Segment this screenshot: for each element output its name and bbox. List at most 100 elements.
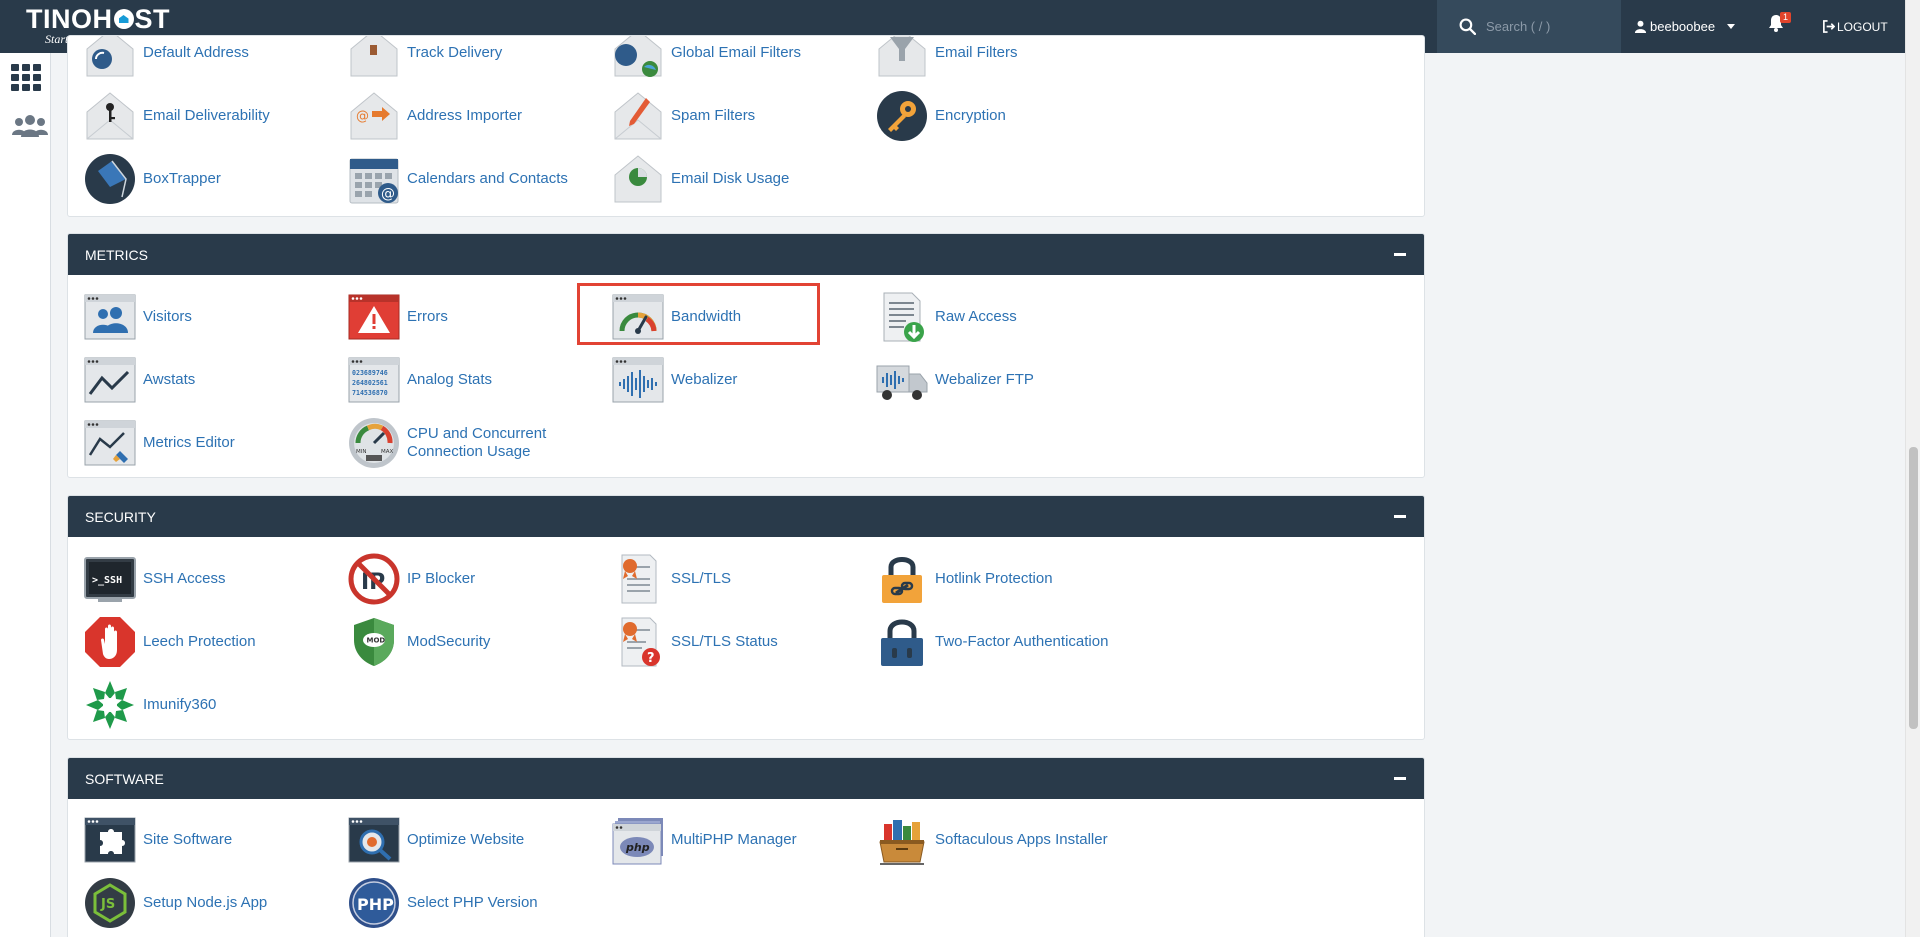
software-item-softaculous[interactable]: Softaculous Apps Installer [876, 814, 1108, 866]
metrics-item-visitors[interactable]: Visitors [84, 291, 192, 343]
security-item-ssh-access[interactable]: >_SSH SSH Access [84, 553, 226, 605]
panel-title: METRICS [85, 246, 148, 263]
collapse-icon[interactable] [1394, 515, 1406, 518]
svg-text:023689746: 023689746 [352, 369, 388, 377]
analog-stats-icon: 023689746 264802561 714536870 [348, 354, 400, 406]
metrics-item-cpu-usage[interactable]: MIN MAX CPU and Concurrent Connection Usag… [348, 417, 546, 469]
users-group-icon[interactable] [11, 115, 49, 142]
software-panel-header[interactable]: SOFTWARE [68, 758, 1424, 799]
svg-text:@: @ [356, 109, 369, 124]
email-item-calendars-contacts[interactable]: @ Calendars and Contacts [348, 153, 568, 205]
software-item-site-software[interactable]: Site Software [84, 814, 232, 866]
user-icon [1634, 20, 1647, 33]
notifications-button[interactable]: 1 [1768, 12, 1792, 36]
panel-title: SOFTWARE [85, 770, 164, 787]
awstats-icon [84, 354, 136, 406]
security-item-leech-protection[interactable]: Leech Protection [84, 616, 256, 668]
metrics-item-webalizer[interactable]: Webalizer [612, 354, 737, 406]
email-item-email-filters[interactable]: Email Filters [876, 36, 1018, 79]
security-panel-header[interactable]: SECURITY [68, 496, 1424, 537]
logout-icon [1823, 20, 1835, 33]
visitors-icon [84, 291, 136, 343]
bandwidth-highlight-box [577, 283, 820, 345]
logout-button[interactable]: LOGOUT [1822, 0, 1888, 53]
security-item-hotlink-protection[interactable]: Hotlink Protection [876, 553, 1053, 605]
left-sidebar [0, 53, 51, 937]
svg-text:>_SSH: >_SSH [92, 575, 122, 586]
svg-text:714536870: 714536870 [352, 389, 388, 397]
metrics-panel-header[interactable]: METRICS [68, 234, 1424, 275]
chevron-down-icon [1727, 24, 1736, 29]
svg-text:PHP: PHP [357, 895, 394, 914]
username: beeboobee [1650, 19, 1716, 34]
svg-text:?: ? [647, 651, 655, 666]
svg-text:264802561: 264802561 [352, 379, 388, 387]
svg-text:@: @ [381, 186, 395, 202]
software-item-select-php[interactable]: PHP Select PHP Version [348, 877, 538, 929]
webalizer-ftp-icon [876, 354, 928, 406]
address-importer-icon: @ [348, 90, 400, 142]
search-input[interactable] [1486, 19, 1616, 34]
leech-protection-icon [84, 616, 136, 668]
email-item-default-address[interactable]: Default Address [84, 36, 249, 79]
software-item-nodejs[interactable]: JS Setup Node.js App [84, 877, 267, 929]
security-item-modsecurity[interactable]: MOD ModSecurity [348, 616, 490, 668]
spam-filters-icon [612, 90, 664, 142]
default-address-icon [84, 36, 136, 79]
metrics-item-analog-stats[interactable]: 023689746 264802561 714536870 Analog Stats [348, 354, 492, 406]
metrics-item-errors[interactable]: Errors [348, 291, 448, 343]
page-scrollbar[interactable] [1905, 0, 1920, 937]
imunify360-icon [84, 679, 136, 731]
webalizer-icon [612, 354, 664, 406]
security-item-ip-blocker[interactable]: IP IP Blocker [348, 553, 475, 605]
email-item-spam-filters[interactable]: Spam Filters [612, 90, 755, 142]
calendars-contacts-icon: @ [348, 153, 400, 205]
hotlink-protection-icon [876, 553, 928, 605]
metrics-item-awstats[interactable]: Awstats [84, 354, 195, 406]
ssh-access-icon: >_SSH [84, 553, 136, 605]
apps-grid-icon[interactable] [11, 64, 41, 96]
svg-text:MIN: MIN [356, 449, 366, 455]
security-item-two-factor[interactable]: Two-Factor Authentication [876, 616, 1108, 668]
email-disk-usage-icon [612, 153, 664, 205]
metrics-item-metrics-editor[interactable]: Metrics Editor [84, 417, 235, 469]
panel-title: SECURITY [85, 508, 156, 525]
metrics-item-webalizer-ftp[interactable]: Webalizer FTP [876, 354, 1034, 406]
metrics-item-raw-access[interactable]: Raw Access [876, 291, 1017, 343]
email-item-email-disk-usage[interactable]: Email Disk Usage [612, 153, 789, 205]
email-item-address-importer[interactable]: @ Address Importer [348, 90, 522, 142]
global-email-filters-icon [612, 36, 664, 79]
software-item-multiphp-manager[interactable]: php MultiPHP Manager [612, 814, 797, 866]
cpu-usage-icon: MIN MAX [348, 417, 400, 469]
collapse-icon[interactable] [1394, 777, 1406, 780]
scrollbar-thumb[interactable] [1909, 447, 1918, 729]
ip-blocker-icon: IP [348, 553, 400, 605]
raw-access-icon [876, 291, 928, 343]
user-menu[interactable]: beeboobee [1634, 0, 1736, 53]
svg-text:php: php [625, 841, 650, 854]
security-item-imunify360[interactable]: Imunify360 [84, 679, 216, 731]
search-icon [1459, 18, 1476, 35]
email-item-email-deliverability[interactable]: Email Deliverability [84, 90, 270, 142]
search-box [1437, 0, 1621, 53]
optimize-website-icon [348, 814, 400, 866]
security-item-ssl-tls[interactable]: SSL/TLS [612, 553, 731, 605]
notification-badge: 1 [1780, 12, 1792, 23]
email-item-encryption[interactable]: Encryption [876, 90, 1006, 142]
email-deliverability-icon [84, 90, 136, 142]
two-factor-icon [876, 616, 928, 668]
ssl-tls-status-icon: ? [612, 616, 664, 668]
collapse-icon[interactable] [1394, 253, 1406, 256]
email-item-boxtrapper[interactable]: BoxTrapper [84, 153, 221, 205]
softaculous-icon [876, 814, 928, 866]
security-panel: SECURITY >_SSH SSH Access IP IP Blocker … [67, 495, 1425, 740]
email-item-global-email-filters[interactable]: Global Email Filters [612, 36, 801, 79]
software-item-optimize-website[interactable]: Optimize Website [348, 814, 524, 866]
house-logo-icon [113, 9, 134, 29]
svg-text:MAX: MAX [381, 449, 394, 455]
multiphp-manager-icon: php [612, 814, 664, 866]
nodejs-icon: JS [84, 877, 136, 929]
boxtrapper-icon [84, 153, 136, 205]
email-item-track-delivery[interactable]: Track Delivery [348, 36, 502, 79]
security-item-ssl-tls-status[interactable]: ? SSL/TLS Status [612, 616, 778, 668]
